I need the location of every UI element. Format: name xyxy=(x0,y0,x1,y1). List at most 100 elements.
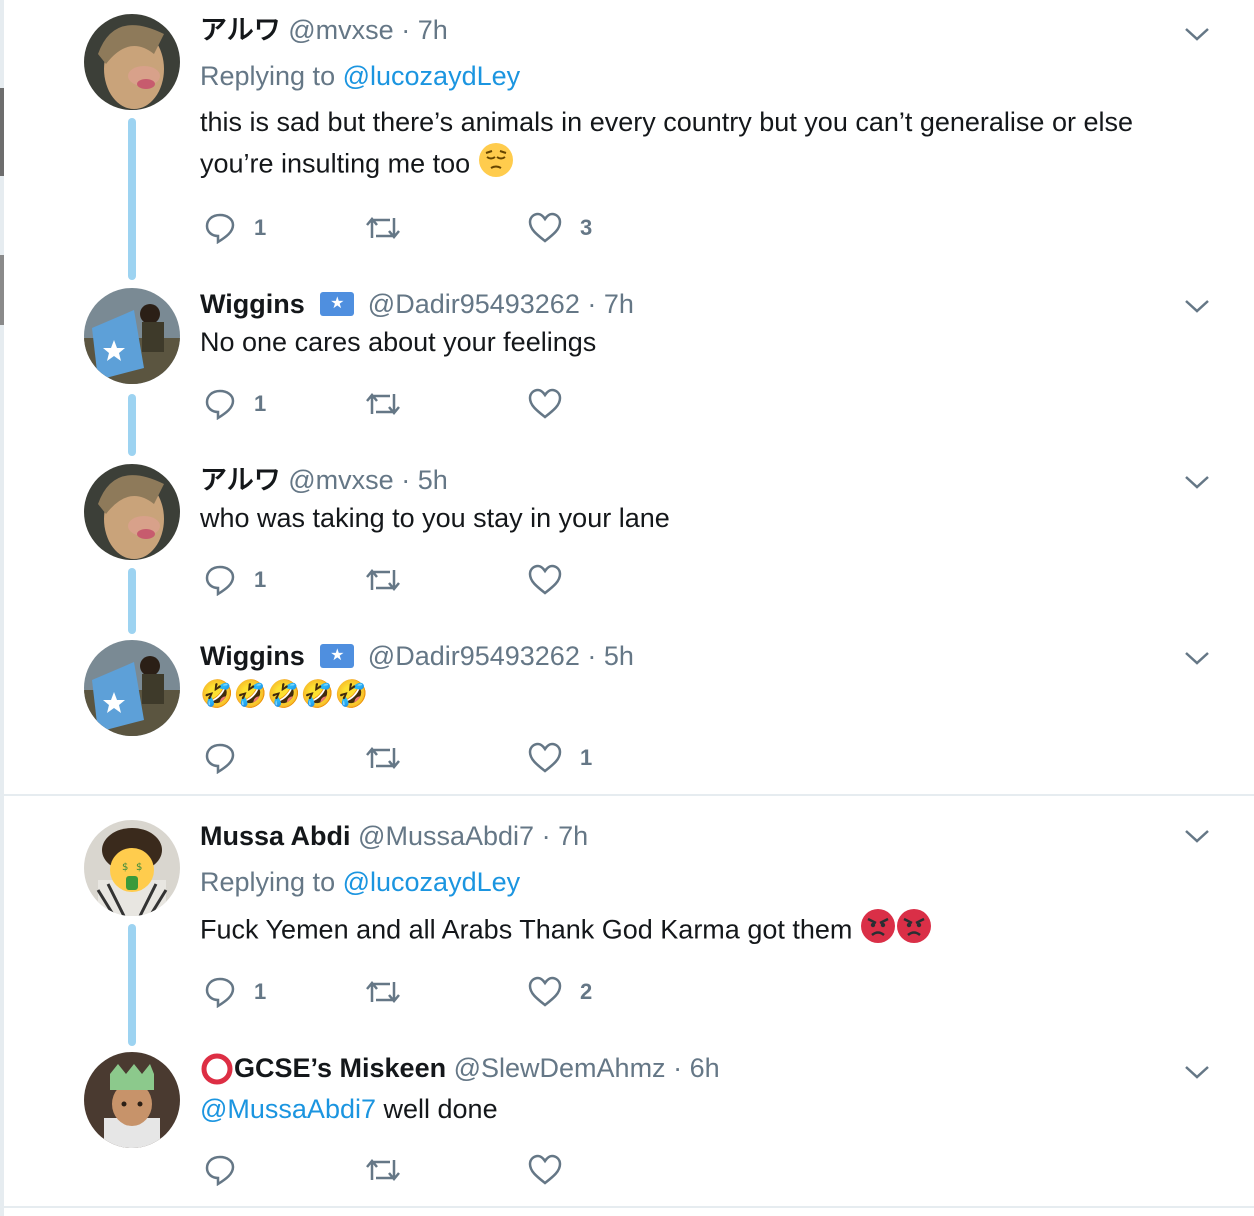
chevron-down-icon xyxy=(1185,476,1209,489)
pensive-face-emoji xyxy=(478,142,514,189)
retweet-button[interactable] xyxy=(364,738,402,778)
timestamp[interactable]: 7h xyxy=(558,821,588,851)
display-name[interactable]: GCSE’s Miskeen xyxy=(234,1053,446,1083)
display-name[interactable]: アルワ xyxy=(200,465,281,495)
like-button[interactable] xyxy=(528,560,562,600)
heart-icon xyxy=(528,564,562,595)
replying-prefix: Replying to xyxy=(200,867,336,897)
avatar[interactable] xyxy=(84,640,180,736)
tweet-1: アルワ @mvxse · 7h Replying to @lucozaydLey… xyxy=(4,14,1254,284)
separator-dot: · xyxy=(587,641,597,671)
tweet-text: this is sad but there’s animals in every… xyxy=(200,102,1198,189)
user-handle[interactable]: @mvxse xyxy=(288,15,393,45)
like-button[interactable]: 1 xyxy=(528,738,592,778)
separator-dot: · xyxy=(587,289,597,319)
display-name[interactable]: Wiggins xyxy=(200,641,305,671)
more-options-button[interactable] xyxy=(1184,298,1210,314)
more-options-button[interactable] xyxy=(1184,650,1210,666)
retweet-button[interactable] xyxy=(364,1150,402,1190)
separator-dot: · xyxy=(401,465,411,495)
tweet-4: Wiggins ★ @Dadir95493262 · 5h 🤣🤣🤣🤣🤣 1 xyxy=(4,640,1254,790)
user-handle[interactable]: @SlewDemAhmz xyxy=(454,1053,666,1083)
like-count: 3 xyxy=(580,215,593,240)
heart-icon xyxy=(528,212,562,243)
tweet-text-line: this is sad but there’s animals in every… xyxy=(200,107,1133,137)
user-handle[interactable]: @Dadir95493262 xyxy=(368,289,580,319)
tweet-actions: 1 xyxy=(200,384,800,424)
avatar[interactable] xyxy=(84,464,180,560)
somalia-flag-emoji: ★ xyxy=(320,643,355,668)
reply-count: 1 xyxy=(254,215,267,240)
timestamp[interactable]: 5h xyxy=(418,465,448,495)
timestamp[interactable]: 7h xyxy=(604,289,634,319)
user-handle[interactable]: @mvxse xyxy=(288,465,393,495)
tweet-6: GCSE’s Miskeen @SlewDemAhmz · 6h @MussaA… xyxy=(4,1052,1254,1202)
reply-button[interactable]: 1 xyxy=(204,384,266,424)
retweet-button[interactable] xyxy=(364,384,402,424)
reply-button[interactable]: 1 xyxy=(204,972,266,1012)
retweet-icon xyxy=(366,1159,400,1181)
chevron-down-icon xyxy=(1185,28,1209,41)
timestamp[interactable]: 7h xyxy=(418,15,448,45)
like-button[interactable] xyxy=(528,384,562,424)
tweet-text: @MussaAbdi7 well done xyxy=(200,1089,1198,1129)
replying-to: Replying to @lucozaydLey xyxy=(200,866,1198,898)
reply-count: 1 xyxy=(254,391,267,416)
timestamp[interactable]: 6h xyxy=(690,1053,720,1083)
mention-link[interactable]: @MussaAbdi7 xyxy=(200,1094,376,1124)
tweet-text: 🤣🤣🤣🤣🤣 xyxy=(200,679,369,709)
tweet-actions xyxy=(200,1150,800,1190)
avatar[interactable]: $ $ xyxy=(84,820,180,916)
replying-prefix: Replying to xyxy=(200,61,336,91)
more-options-button[interactable] xyxy=(1184,828,1210,844)
like-count: 1 xyxy=(580,745,593,770)
thread-line xyxy=(128,394,136,456)
hollow-red-circle-emoji xyxy=(200,1052,234,1087)
tweet-3: アルワ @mvxse · 5h who was taking to you st… xyxy=(4,464,1254,634)
more-options-button[interactable] xyxy=(1184,474,1210,490)
like-count: 2 xyxy=(580,979,593,1004)
avatar[interactable] xyxy=(84,1052,180,1148)
tweet-actions: 1 3 xyxy=(200,208,800,248)
retweet-icon xyxy=(366,569,400,591)
more-options-button[interactable] xyxy=(1184,1064,1210,1080)
retweet-button[interactable] xyxy=(364,972,402,1012)
heart-icon xyxy=(528,742,562,773)
separator-dot: · xyxy=(541,821,551,851)
reply-button[interactable]: 1 xyxy=(204,560,266,600)
reply-button[interactable]: 1 xyxy=(204,208,266,248)
retweet-button[interactable] xyxy=(364,208,402,248)
conversation-divider xyxy=(4,1206,1254,1208)
display-name[interactable]: Wiggins xyxy=(200,289,305,319)
display-name[interactable]: Mussa Abdi xyxy=(200,821,351,851)
timestamp[interactable]: 5h xyxy=(604,641,634,671)
tweet-2: Wiggins ★ @Dadir95493262 · 7h No one car… xyxy=(4,288,1254,458)
tweet-text: Fuck Yemen and all Arabs Thank God Karma… xyxy=(200,908,1198,955)
user-handle[interactable]: @MussaAbdi7 xyxy=(358,821,534,851)
more-options-button[interactable] xyxy=(1184,26,1210,42)
svg-text:$: $ xyxy=(136,862,142,873)
replying-handle-link[interactable]: @lucozaydLey xyxy=(343,61,521,91)
avatar[interactable] xyxy=(84,14,180,110)
tweet-text-line: you’re insulting me too xyxy=(200,148,471,179)
separator-dot: · xyxy=(673,1053,683,1083)
heart-icon xyxy=(528,388,562,419)
retweet-icon xyxy=(366,747,400,769)
like-button[interactable]: 2 xyxy=(528,972,592,1012)
replying-handle-link[interactable]: @lucozaydLey xyxy=(343,867,521,897)
display-name[interactable]: アルワ xyxy=(200,15,281,45)
like-button[interactable]: 3 xyxy=(528,208,592,248)
user-handle[interactable]: @Dadir95493262 xyxy=(368,641,580,671)
angry-face-emoji xyxy=(896,908,932,955)
avatar[interactable] xyxy=(84,288,180,384)
reply-button[interactable] xyxy=(204,1150,236,1190)
tweet-text: who was taking to you stay in your lane xyxy=(200,503,670,533)
heart-icon xyxy=(528,1154,562,1185)
reply-count: 1 xyxy=(254,979,267,1004)
tweet-text-content: well done xyxy=(383,1094,498,1125)
thread-line xyxy=(128,568,136,634)
like-button[interactable] xyxy=(528,1150,562,1190)
retweet-button[interactable] xyxy=(364,560,402,600)
reply-button[interactable] xyxy=(204,738,236,778)
thread-line xyxy=(128,924,136,1046)
